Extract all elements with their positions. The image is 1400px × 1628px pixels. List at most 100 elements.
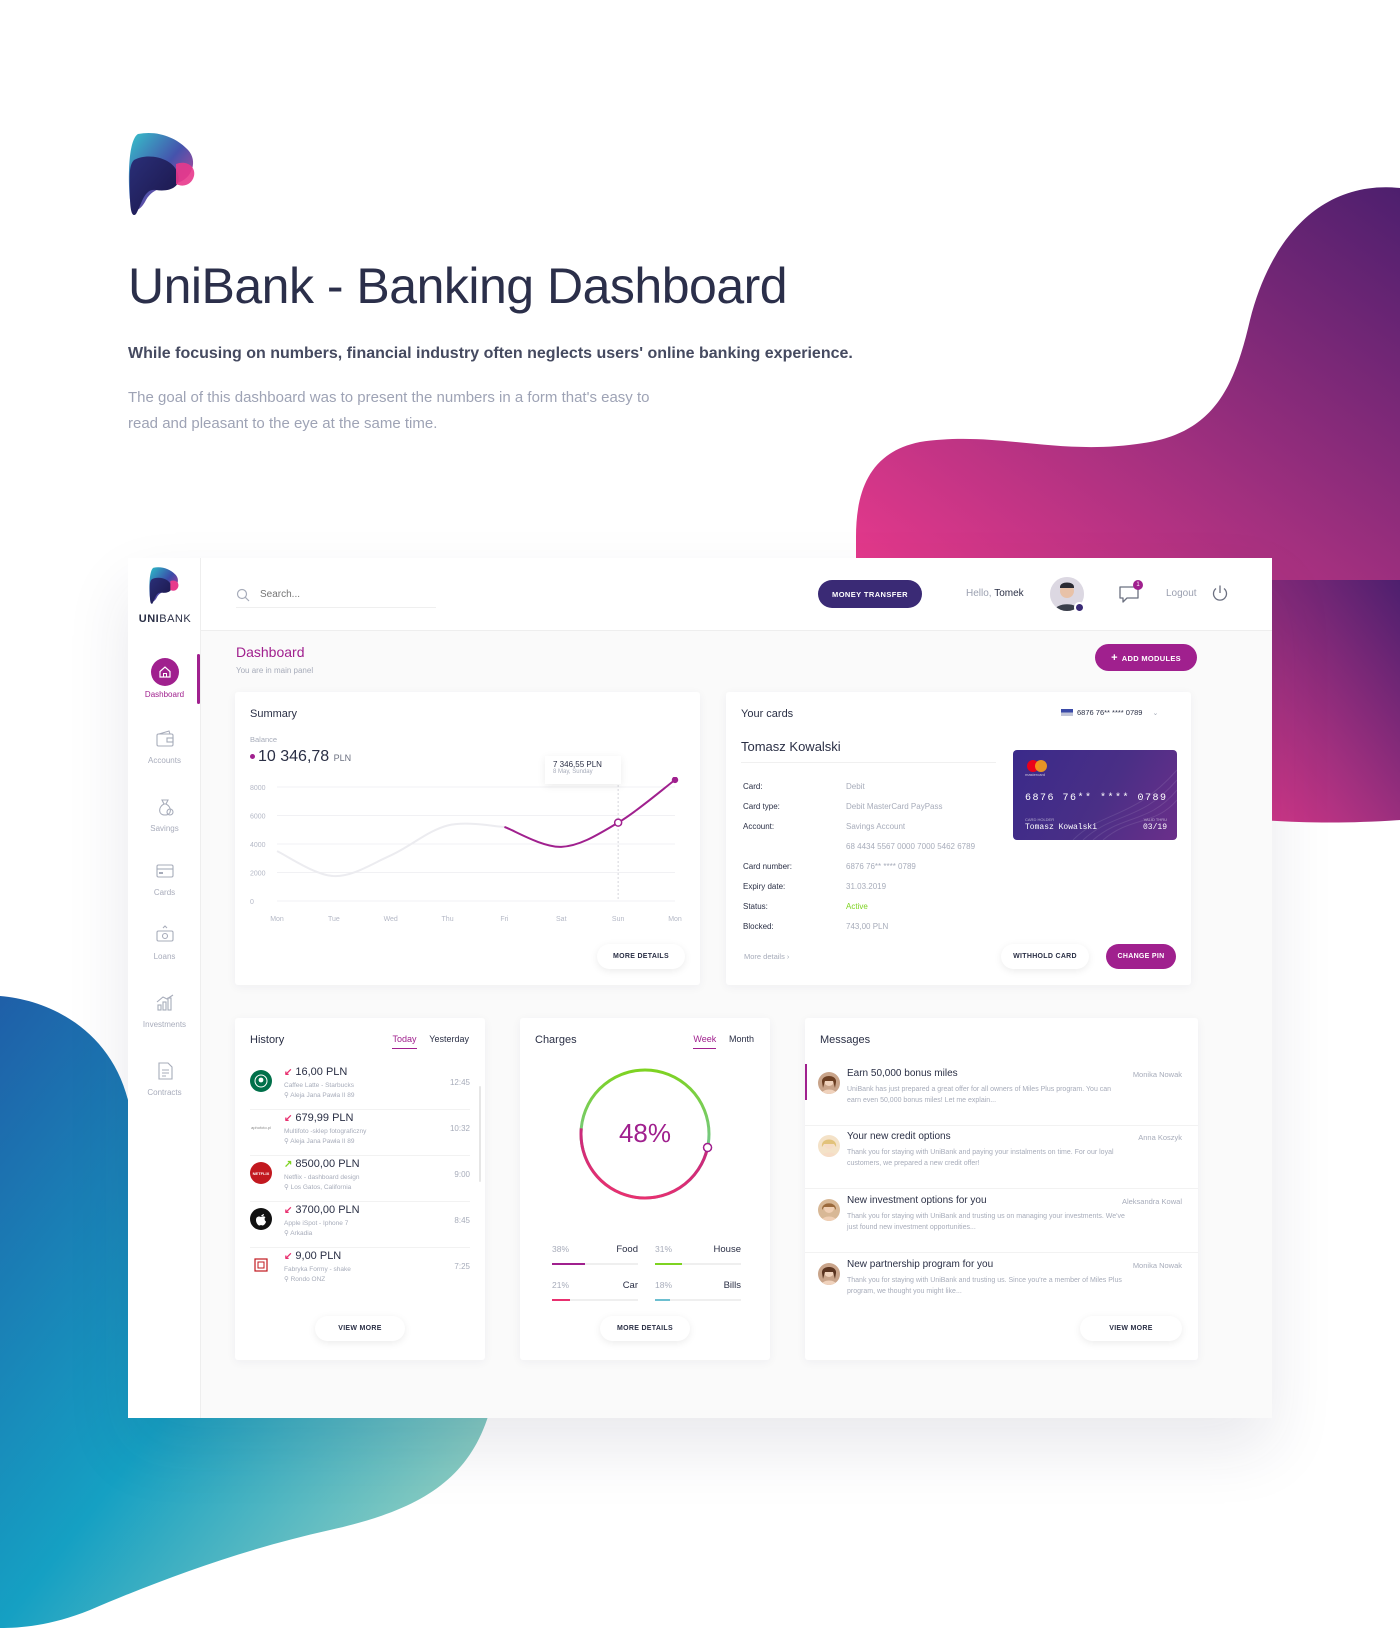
charge-label: House [713,1244,741,1255]
card-selector[interactable]: 6876 76** **** 0789 ⌄ [1061,708,1158,717]
charges-tabs: Week Month [683,1034,754,1049]
charge-fill [552,1299,571,1301]
list-item[interactable]: aphofoto.pl ↙ 679,99 PLN Multifoto -sklep… [250,1110,470,1156]
charge-fill [552,1263,585,1265]
sidebar-item-label: Loans [153,952,176,961]
charges-card: Charges Week Month 48% 38% Food 31% Hous… [520,1018,770,1360]
transaction-time: 7:25 [454,1262,470,1271]
row-value: Debit MasterCard PayPass [846,802,943,811]
history-card: History Today Yesterday ↙ 16,00 PLN Caffe… [235,1018,485,1360]
hero-title: UniBank - Banking Dashboard [128,258,788,314]
brand[interactable]: UNIBANK [138,566,192,626]
amount-value: 679,99 PLN [295,1112,354,1124]
sidebar-item-contracts[interactable]: Contracts [128,1060,201,1097]
page-subtitle: You are in main panel [236,666,314,675]
charge-food: 38% Food [552,1244,638,1274]
messages-view-more-button[interactable]: VIEW MORE [1080,1316,1182,1341]
list-item[interactable]: ↙ 3700,00 PLN Apple iSpot - Iphone 7 ⚲ Ar… [250,1202,470,1248]
search-bar[interactable] [236,582,436,608]
list-item[interactable]: New partnership program for you Monika N… [805,1255,1198,1317]
message-count-badge: 1 [1133,580,1143,590]
history-scrollbar[interactable] [479,1086,481,1182]
tooltip-date: 8 May, Sunday [553,769,593,775]
y-tick-label: 4000 [250,842,266,849]
brand-name-bold: UNI [138,613,160,625]
amount-value: 16,00 PLN [295,1066,348,1078]
avatar-dropdown-badge[interactable] [1074,602,1085,613]
sidebar-item-label: Accounts [148,756,181,765]
hero-section: UniBank - Banking Dashboard While focusi… [128,130,888,437]
x-tick-label: Sat [556,916,567,923]
list-item[interactable]: Earn 50,000 bonus miles Monika Nowak Uni… [805,1064,1198,1126]
transaction-amount: ↙ 3700,00 PLN [284,1204,360,1216]
balance-value: 10 346,78 PLN [250,748,351,766]
charge-pct: 18% [655,1280,673,1290]
list-item[interactable]: New investment options for you Aleksandr… [805,1191,1198,1253]
tab-today[interactable]: Today [392,1034,417,1049]
row-key: Card number: [743,862,792,871]
money-transfer-button[interactable]: MONEY TRANSFER [818,580,922,608]
withhold-card-button[interactable]: WITHHOLD CARD [1001,944,1089,969]
message-body: Thank you for staying with UniBank and t… [847,1277,1122,1295]
avatar [818,1199,840,1221]
logout-link[interactable]: Logout [1166,588,1197,599]
list-item[interactable]: ↙ 9,00 PLN Fabryka Formy - shake ⚲ Rondo … [250,1248,470,1294]
plus-icon: + [1111,651,1118,664]
balance-currency: PLN [333,753,352,763]
charge-pct: 21% [552,1280,570,1290]
sidebar-item-cards[interactable]: Cards [128,860,201,897]
location-value: Arkadia [290,1230,313,1237]
add-modules-button[interactable]: + ADD MODULES [1095,644,1197,671]
hero-lead: While focusing on numbers, financial ind… [128,345,853,362]
tab-week[interactable]: Week [693,1034,717,1049]
flag-icon [1061,709,1073,716]
sidebar-item-label: Contracts [147,1088,182,1097]
cc-valid: 03/19 [1142,823,1167,832]
search-input[interactable] [260,589,420,600]
row-key: Card: [743,782,763,791]
change-pin-button[interactable]: CHANGE PIN [1106,944,1176,969]
y-tick-label: 6000 [250,814,266,821]
message-author: Aleksandra Kowal [1121,1197,1182,1206]
brand-name: UNIBANK [138,613,192,625]
balance-amount: 10 346,78 [258,748,330,765]
charge-car: 21% Car [552,1280,638,1310]
summary-more-details-button[interactable]: MORE DETAILS [597,944,685,969]
location-value: Los Gatos, California [290,1184,352,1191]
user-name: Tomek [994,588,1024,599]
hover-point[interactable] [613,818,623,827]
tab-month[interactable]: Month [729,1034,754,1048]
amount-value: 9,00 PLN [295,1250,342,1262]
sidebar-item-accounts[interactable]: Accounts [128,728,201,765]
summary-card: Summary Balance 10 346,78 PLN 8000 6000 40… [235,692,700,985]
x-tick-label: Mon [668,916,682,923]
transaction-location: ⚲ Aleja Jana Pawła II 89 [284,1137,355,1145]
greeting-text: Hello, [966,588,992,599]
sidebar-item-loans[interactable]: Loans [128,924,201,961]
list-item[interactable]: ↙ 16,00 PLN Caffee Latte - Starbucks ⚲ Al… [250,1064,470,1110]
power-icon[interactable] [1211,584,1229,602]
history-tabs: Today Yesterday [382,1034,469,1049]
list-item[interactable]: NETFLIX ↗ 8500,00 PLN Netflix - dashboard… [250,1156,470,1202]
y-tick-label: 2000 [250,871,266,878]
transaction-time: 10:32 [449,1124,470,1133]
end-point[interactable] [671,777,679,784]
message-body: Thank you for staying with UniBank and p… [847,1149,1114,1167]
sidebar-item-investments[interactable]: Investments [128,992,201,1029]
status-active-value: Active [846,902,868,911]
charges-more-details-button[interactable]: MORE DETAILS [600,1316,690,1341]
sidebar-item-savings[interactable]: Savings [128,796,201,833]
sidebar-item-dashboard[interactable]: Dashboard [128,658,201,699]
message-body: Thank you for staying with UniBank and t… [847,1213,1125,1231]
arrow-down-left-icon: ↙ [284,1205,293,1216]
hero-subtitle: The goal of this dashboard was to presen… [128,389,650,432]
history-view-more-button[interactable]: VIEW MORE [315,1316,405,1341]
list-item[interactable]: Your new credit options Anna Koszyk Than… [805,1127,1198,1189]
tab-yesterday[interactable]: Yesterday [429,1034,469,1048]
sidebar-item-label: Savings [150,824,179,833]
chart-tooltip: 7 346,55 PLN 8 May, Sunday [545,756,621,784]
dashboard-app: MONEY TRANSFER Hello, Tomek 1 Logout [128,558,1272,1418]
card-more-details-link[interactable]: More details › [744,952,789,961]
transaction-desc: Netflix - dashboard design [284,1174,360,1181]
credit-card-visual[interactable]: mastercard 6876 76** **** 0789 CARD HOLD… [1013,750,1177,840]
